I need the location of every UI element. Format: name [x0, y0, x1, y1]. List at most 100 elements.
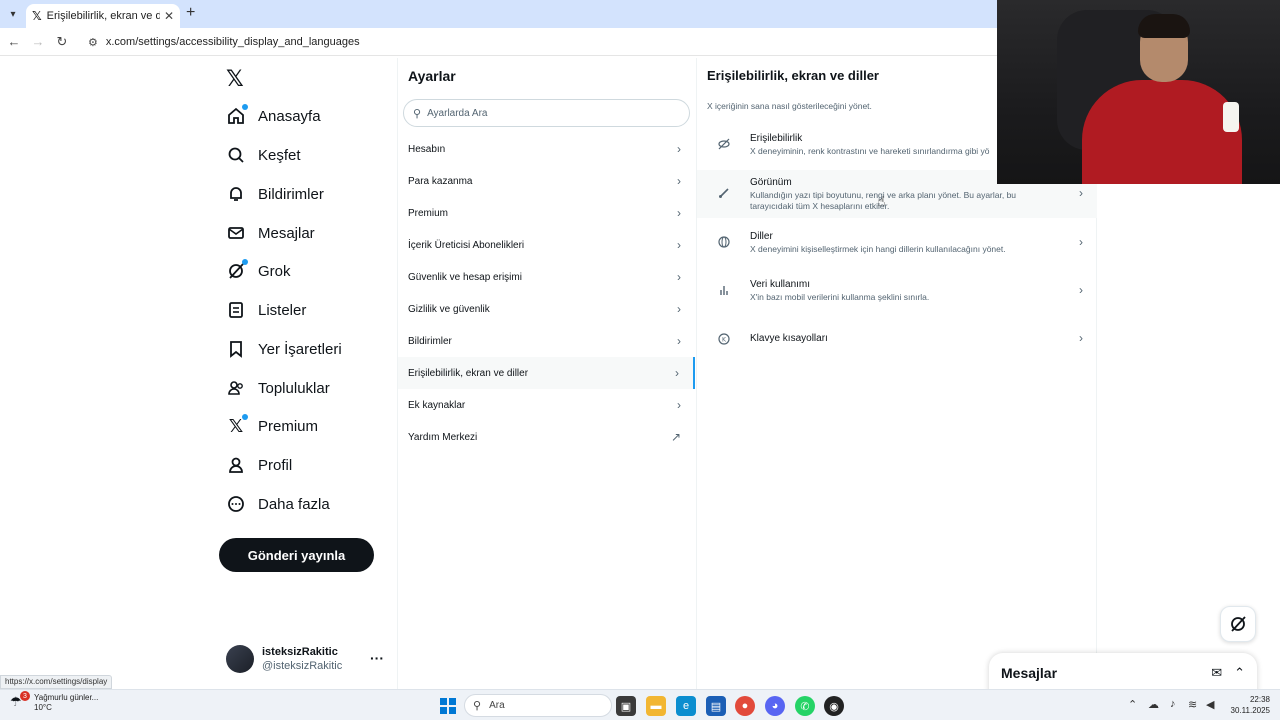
sidebar-item-profile[interactable]: Profil [226, 452, 292, 478]
site-info-icon[interactable]: ⚙ [88, 36, 98, 49]
windows-start-icon[interactable] [440, 698, 456, 714]
chevron-right-icon: › [677, 270, 681, 284]
sidebar-item-explore[interactable]: Keşfet [226, 142, 301, 168]
post-button[interactable]: Gönderi yayınla [219, 538, 374, 572]
edge-icon[interactable]: e [676, 696, 696, 716]
detail-item-languages[interactable]: Diller X deneyimini kişiselleştirmek içi… [697, 223, 1097, 263]
sidebar-item-notifications[interactable]: Bildirimler [226, 181, 324, 207]
sidebar-item-messages[interactable]: Mesajlar [226, 220, 315, 246]
volume-icon[interactable]: ◀ [1206, 698, 1214, 711]
wifi-icon[interactable]: ≋ [1188, 698, 1197, 711]
reload-icon[interactable]: ↻ [54, 34, 70, 50]
whatsapp-icon[interactable]: ✆ [795, 696, 815, 716]
clock-date: 30.11.2025 [1230, 706, 1270, 715]
home-icon [226, 104, 248, 126]
store-icon[interactable]: ▤ [706, 696, 726, 716]
clock-time: 22:38 [1249, 695, 1270, 704]
sidebar-item-bookmarks[interactable]: Yer İşaretleri [226, 336, 342, 362]
browser-tab[interactable]: 𝕏 Erişilebilirlik, ekran ve diller / X ✕ [26, 4, 180, 28]
weather-widget[interactable]: ☂ 3 Yağmurlu günler... 10°C [10, 691, 99, 713]
more-circle-icon [226, 494, 246, 514]
sidebar-item-label: Mesajlar [258, 224, 315, 242]
settings-item-creator-subscriptions[interactable]: İçerik Üreticisi Abonelikleri › [398, 229, 695, 261]
mail-icon [226, 223, 246, 243]
forward-arrow-icon[interactable]: → [30, 34, 46, 49]
chevron-right-icon: › [677, 398, 681, 412]
messages-drawer[interactable]: Mesajlar ✉ ⌃ [989, 653, 1257, 693]
list-icon [226, 300, 246, 320]
discord-icon[interactable]: ◕ [765, 696, 785, 716]
settings-item-accessibility[interactable]: Erişilebilirlik, ekran ve diller › [398, 357, 695, 389]
back-arrow-icon[interactable]: ← [6, 34, 22, 49]
expand-up-icon[interactable]: ⌃ [1234, 665, 1245, 681]
detail-title: Erişilebilirlik, ekran ve diller [707, 68, 879, 83]
settings-item-security[interactable]: Güvenlik ve hesap erişimi › [398, 261, 695, 293]
more-dots-icon[interactable]: ··· [370, 650, 384, 666]
taskbar-search[interactable]: ⚲ Ara [464, 694, 612, 717]
settings-item-additional-resources[interactable]: Ek kaynaklar › [398, 389, 695, 421]
status-url: https://x.com/settings/display [0, 675, 113, 689]
settings-item-notifications[interactable]: Bildirimler › [398, 325, 695, 357]
tray-chevron-icon[interactable]: ⌃ [1128, 698, 1137, 711]
hand-cursor-icon: ☝ [877, 193, 886, 209]
keyboard-icon: K [717, 333, 731, 348]
new-message-icon[interactable]: ✉ [1211, 665, 1222, 681]
communities-icon [226, 378, 246, 398]
settings-item-label: Erişilebilirlik, ekran ve diller [408, 367, 529, 379]
settings-item-account[interactable]: Hesabın › [398, 133, 695, 165]
chevron-right-icon: › [677, 174, 681, 188]
new-tab-icon[interactable]: + [186, 5, 195, 21]
settings-title: Ayarlar [408, 68, 456, 84]
sidebar-item-more[interactable]: Daha fazla [226, 491, 330, 517]
chevron-right-icon: › [677, 206, 681, 220]
cloud-icon[interactable]: ☁ [1148, 698, 1159, 711]
external-link-icon: ↗ [670, 430, 681, 444]
account-switcher[interactable]: isteksizRakitic @isteksizRakitic ··· [226, 642, 386, 676]
detail-item-desc: Kullandığın yazı tipi boyutunu, rengi ve… [750, 190, 1017, 211]
settings-item-label: İçerik Üreticisi Abonelikleri [408, 239, 525, 251]
system-clock[interactable]: 22:38 30.11.2025 [1226, 694, 1270, 716]
rain-cloud-icon: ☂ 3 [10, 691, 30, 712]
chevron-right-icon: › [677, 302, 681, 316]
account-handle: @isteksizRakitic [262, 660, 343, 672]
weather-text: Yağmurlu günler... [34, 693, 99, 702]
sidebar-item-label: Grok [258, 262, 291, 280]
settings-item-help-center[interactable]: Yardım Merkezi ↗ [398, 421, 695, 453]
microphone-icon[interactable]: ♪ [1170, 698, 1176, 710]
settings-item-premium[interactable]: Premium › [398, 197, 695, 229]
tab-title: Erişilebilirlik, ekran ve diller / X [46, 10, 160, 22]
grok-floating-button[interactable] [1220, 606, 1256, 642]
search-icon: ⚲ [413, 107, 422, 120]
sidebar-item-premium[interactable]: 𝕏 Premium [226, 413, 318, 439]
task-view-icon[interactable]: ▣ [616, 696, 636, 716]
sidebar-item-label: Bildirimler [258, 185, 324, 203]
sidebar-item-communities[interactable]: Topluluklar [226, 375, 330, 401]
settings-item-monetization[interactable]: Para kazanma › [398, 165, 695, 197]
grok-icon [226, 259, 248, 281]
settings-item-label: Güvenlik ve hesap erişimi [408, 271, 522, 283]
detail-item-label: Diller [750, 231, 773, 242]
taskbar: ☂ 3 Yağmurlu günler... 10°C ⚲ Ara ▣ ▬ e ▤… [0, 689, 1280, 720]
detail-subtitle: X içeriğinin sana nasıl gösterileceğini … [707, 101, 872, 111]
close-tab-icon[interactable]: ✕ [164, 9, 174, 23]
url-field[interactable]: ⚙ x.com/settings/accessibility_display_a… [80, 31, 1000, 53]
chrome-icon[interactable]: ● [735, 696, 755, 716]
x-logo-icon[interactable]: 𝕏 [226, 66, 244, 92]
grok-icon [1231, 616, 1246, 632]
file-explorer-icon[interactable]: ▬ [646, 696, 666, 716]
tab-search-chevron-icon[interactable]: ▾ [4, 5, 22, 23]
app-icon[interactable]: ◉ [824, 696, 844, 716]
settings-search-input[interactable]: ⚲ Ayarlarda Ara [403, 99, 690, 127]
sidebar-item-lists[interactable]: Listeler [226, 297, 306, 323]
detail-item-data-usage[interactable]: Veri kullanımı X'in bazı mobil verilerin… [697, 271, 1097, 311]
detail-item-keyboard-shortcuts[interactable]: K Klavye kısayolları › [697, 323, 1097, 355]
chevron-right-icon: › [1079, 186, 1083, 200]
settings-item-privacy[interactable]: Gizlilik ve güvenlik › [398, 293, 695, 325]
sidebar-item-label: Keşfet [258, 146, 301, 164]
settings-item-label: Hesabın [408, 143, 446, 155]
sidebar-item-grok[interactable]: Grok [226, 258, 291, 284]
sidebar-item-home[interactable]: Anasayfa [226, 103, 321, 129]
settings-item-label: Yardım Merkezi [408, 431, 478, 443]
settings-item-label: Ek kaynaklar [408, 399, 466, 411]
sidebar-item-label: Daha fazla [258, 495, 330, 513]
